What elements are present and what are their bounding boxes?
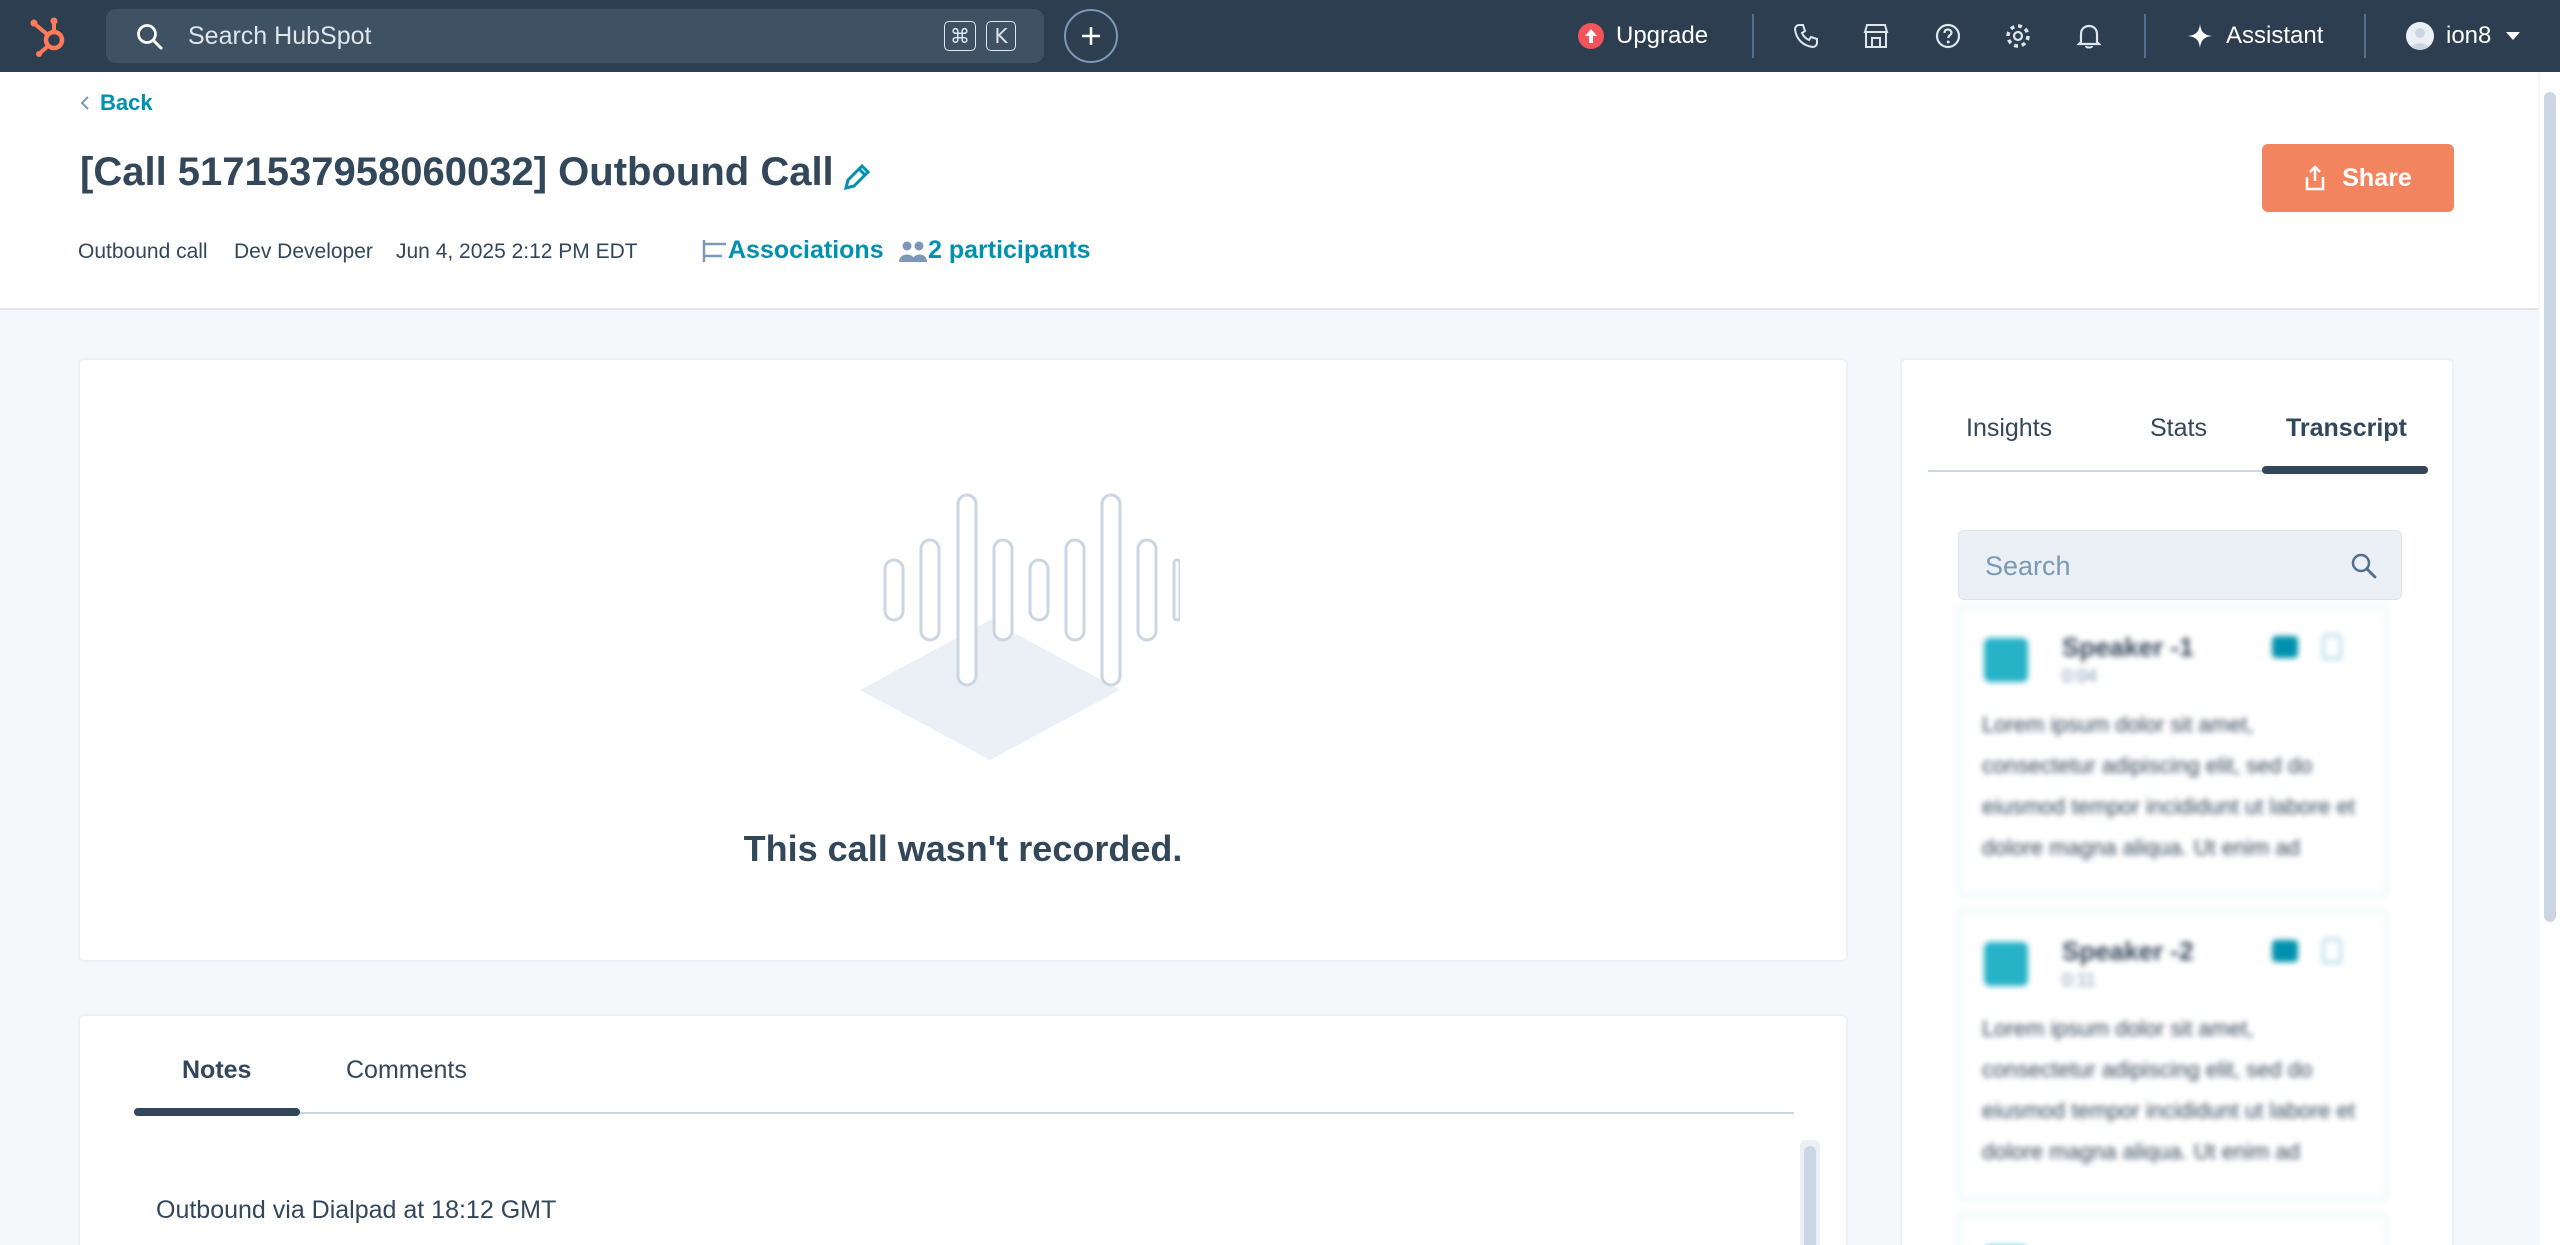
no-recording-message: This call wasn't recorded. [743,828,1183,869]
call-recording-card: This call wasn't recorded. [78,358,1848,962]
participants-link[interactable]: 2 participants [898,236,1091,265]
participants-icon [899,241,927,262]
tab-notes[interactable]: Notes [182,1056,251,1085]
shortcut-key-k: K [986,21,1016,51]
speaker-name: Speaker -1 [2062,632,2194,662]
global-search-input[interactable] [188,17,888,55]
transcript-entry[interactable]: Speaker -1 0:04 Lorem ipsum dolor sit am… [1958,606,2388,896]
page-scrollbar-thumb[interactable] [2544,92,2556,922]
help-icon[interactable] [1932,20,1964,52]
transcript-entry[interactable] [1958,1214,2388,1245]
avatar [2406,22,2434,50]
associations-label: Associations [728,236,884,264]
pencil-icon[interactable] [840,160,874,194]
active-tab-indicator [2262,466,2428,474]
global-search[interactable]: ⌘ K [106,9,1044,63]
speaker-name: Speaker -2 [2062,936,2194,966]
nav-divider [2364,14,2366,58]
search-icon [137,24,163,50]
hubspot-logo-icon[interactable] [28,14,72,58]
note-body[interactable]: Outbound via Dialpad at 18:12 GMT [156,1196,556,1225]
record-header: Back [Call 5171537958060032] Outbound Ca… [0,72,2538,310]
tab-transcript[interactable]: Transcript [2286,414,2407,443]
active-tab-indicator [134,1108,300,1116]
page-scrollbar[interactable] [2540,72,2560,1245]
transcript-search-input[interactable] [1985,547,2325,585]
speaker-avatar [1984,942,2028,986]
chevron-left-icon [80,96,89,110]
phone-icon[interactable] [1790,20,1822,52]
assistant-button[interactable]: Assistant [2186,20,2323,52]
chevron-down-icon [2506,32,2521,40]
create-new-button[interactable] [1064,9,1118,63]
share-button[interactable]: Share [2262,144,2454,212]
call-owner: Dev Developer [234,240,373,263]
transcript-text: Lorem ipsum dolor sit amet, consectetur … [1982,1016,2355,1164]
back-label: Back [100,90,153,115]
call-type: Outbound call [78,240,208,263]
sparkle-icon [2188,24,2212,48]
top-navigation: ⌘ K Upgrade Assistant ion [0,0,2560,72]
call-datetime: Jun 4, 2025 2:12 PM EDT [396,240,638,263]
account-menu[interactable]: ion8 [2406,20,2521,52]
participants-label: 2 participants [928,236,1091,264]
tab-stats[interactable]: Stats [2150,414,2207,443]
copy-icon[interactable] [2322,938,2342,964]
page-title: [Call 5171537958060032] Outbound Call [80,150,834,194]
tab-divider [134,1112,1794,1114]
tab-comments[interactable]: Comments [346,1056,467,1085]
upgrade-label: Upgrade [1616,22,1709,49]
copy-icon[interactable] [2322,634,2342,660]
shortcut-key-cmd: ⌘ [944,21,976,51]
associations-link[interactable]: Associations [700,236,884,265]
transcript-timestamp: 0:11 [2062,970,2096,990]
search-icon [2351,553,2377,579]
share-icon [2306,165,2325,191]
upgrade-button[interactable]: Upgrade [1578,20,1708,52]
comment-icon[interactable] [2272,940,2298,962]
audio-wave-illustration [860,493,1180,760]
notifications-icon[interactable] [2073,20,2105,52]
back-link[interactable]: Back [80,90,153,116]
transcript-timestamp: 0:04 [2062,666,2098,686]
assistant-label: Assistant [2226,22,2324,49]
nav-divider [1752,14,1754,58]
transcript-text: Lorem ipsum dolor sit amet, consectetur … [1982,712,2355,860]
account-name: ion8 [2446,22,2492,49]
call-side-panel: Insights Stats Transcript Speaker -1 0:0… [1900,358,2454,1245]
notes-scrollbar-thumb[interactable] [1804,1146,1816,1245]
transcript-entry[interactable]: Speaker -2 0:11 Lorem ipsum dolor sit am… [1958,910,2388,1200]
upgrade-arrow-icon [1578,23,1604,49]
transcript-search[interactable] [1958,530,2402,600]
associations-icon [702,239,726,262]
marketplace-icon[interactable] [1860,20,1892,52]
tab-insights[interactable]: Insights [1966,414,2052,443]
comment-icon[interactable] [2272,636,2298,658]
nav-divider [2144,14,2146,58]
plus-icon [1082,27,1100,45]
settings-icon[interactable] [2002,20,2034,52]
share-label: Share [2342,163,2412,192]
notes-card: Notes Comments Outbound via Dialpad at 1… [78,1014,1848,1245]
speaker-avatar [1984,638,2028,682]
